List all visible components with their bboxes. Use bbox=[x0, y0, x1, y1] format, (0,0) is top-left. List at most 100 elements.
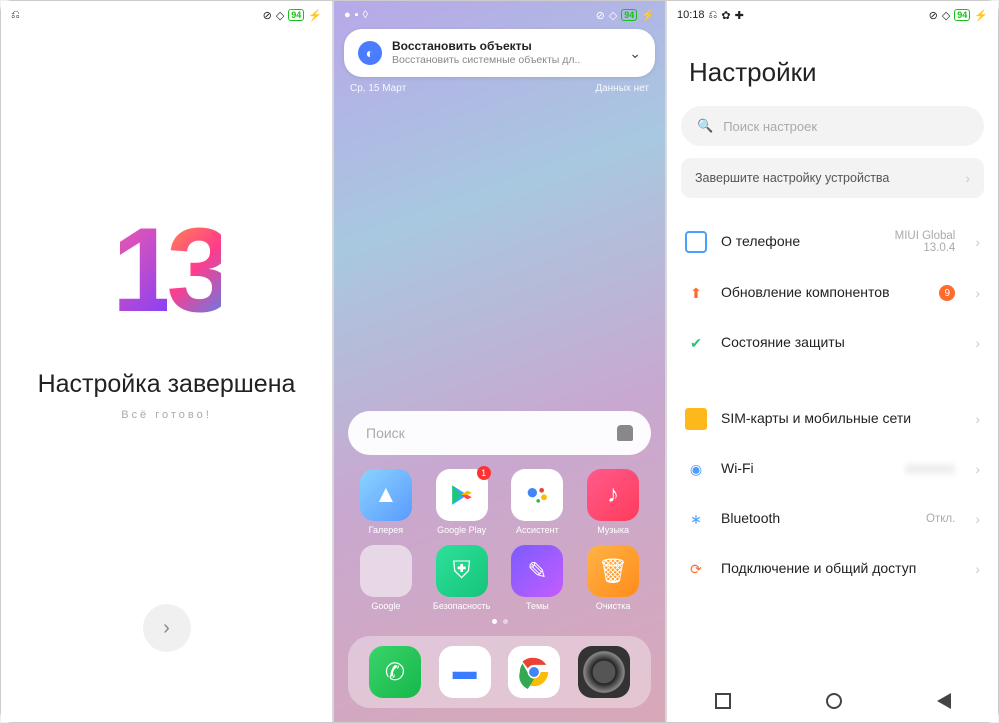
battery-indicator: 94 bbox=[954, 9, 970, 21]
dock: ✆ ▬ bbox=[348, 636, 651, 708]
chevron-right-icon: › bbox=[975, 511, 980, 527]
app-themes[interactable]: ✎ Темы bbox=[500, 545, 576, 611]
setup-complete-screen: ⎌ ⊘ ◇ 94 ⚡ 13 Настройка завершена Всё го… bbox=[1, 1, 334, 722]
update-icon: ⬆ bbox=[685, 282, 707, 304]
charging-icon: ⚡ bbox=[641, 9, 655, 22]
dock-chrome[interactable] bbox=[508, 646, 560, 698]
wifi-value-blurred bbox=[905, 464, 955, 474]
sim-icon bbox=[685, 408, 707, 430]
badge: 9 bbox=[939, 285, 955, 301]
chevron-down-icon: ⌄ bbox=[629, 45, 641, 62]
app-gallery[interactable]: ▲ Галерея bbox=[348, 469, 424, 535]
status-bar: ⎌ ⊘ ◇ 94 ⚡ bbox=[1, 1, 332, 29]
dock-camera[interactable] bbox=[578, 646, 630, 698]
time-label: 10:18 bbox=[677, 9, 705, 21]
home-screen: ● ▪ ◊ ⊘ ◇ 94 ⚡ ◐ Восстановить объекты Во… bbox=[334, 1, 667, 722]
messages-icon: ▬ bbox=[439, 646, 491, 698]
restore-notification[interactable]: ◐ Восстановить объекты Восстановить сист… bbox=[344, 29, 655, 77]
phone-icon: ✆ bbox=[369, 646, 421, 698]
app-assistant[interactable]: Ассистент bbox=[500, 469, 576, 535]
settings-item-sim[interactable]: SIM-карты и мобильные сети › bbox=[681, 394, 984, 444]
mic-icon bbox=[617, 425, 633, 441]
settings-screen: 10:18 ⎌ ✿ ✚ ⊘ ◇ 94 ⚡ Настройки 🔍 Поиск н… bbox=[667, 1, 998, 722]
charging-icon: ⚡ bbox=[308, 9, 322, 22]
badge: 1 bbox=[477, 466, 491, 480]
back-button[interactable] bbox=[937, 693, 951, 709]
app-google-play[interactable]: 1 Google Play bbox=[424, 469, 500, 535]
wifi-icon: ◉ bbox=[685, 458, 707, 480]
chevron-right-icon: › bbox=[975, 411, 980, 427]
settings-item-bluetooth[interactable]: ∗ Bluetooth Откл. › bbox=[681, 494, 984, 544]
chevron-right-icon: › bbox=[163, 617, 170, 640]
search-icon: 🔍 bbox=[697, 118, 713, 134]
status-bar: ● ▪ ◊ ⊘ ◇ 94 ⚡ bbox=[334, 1, 665, 29]
alarm-icon: ⊘ bbox=[929, 9, 938, 22]
wifi-icon: ◇ bbox=[276, 9, 284, 22]
settings-item-connection-sharing[interactable]: ⟳ Подключение и общий доступ › bbox=[681, 544, 984, 594]
chevron-right-icon: › bbox=[975, 234, 980, 250]
play-store-icon: 1 bbox=[436, 469, 488, 521]
search-placeholder: Поиск настроек bbox=[723, 119, 817, 134]
chevron-right-icon: › bbox=[975, 335, 980, 351]
themes-icon: ✎ bbox=[511, 545, 563, 597]
search-placeholder: Поиск bbox=[366, 425, 405, 441]
gallery-icon: ▲ bbox=[360, 469, 412, 521]
settings-title: Настройки bbox=[667, 29, 998, 106]
app-cleaner[interactable]: 🗑 Очистка bbox=[575, 545, 651, 611]
recent-apps-button[interactable] bbox=[715, 693, 731, 709]
navigation-bar bbox=[667, 680, 998, 722]
settings-item-wifi[interactable]: ◉ Wi-Fi › bbox=[681, 444, 984, 494]
app-google-folder[interactable]: Google bbox=[348, 545, 424, 611]
camera-icon bbox=[578, 646, 630, 698]
notification-subtitle: Восстановить системные объекты дл.. bbox=[392, 54, 619, 67]
notif-dot-icon: ● bbox=[344, 9, 351, 21]
charging-icon: ⚡ bbox=[974, 9, 988, 22]
dock-phone[interactable]: ✆ bbox=[369, 646, 421, 698]
settings-search[interactable]: 🔍 Поиск настроек bbox=[681, 106, 984, 146]
security-icon: ⛨ bbox=[436, 545, 488, 597]
cleaner-icon: 🗑 bbox=[587, 545, 639, 597]
home-search-bar[interactable]: Поиск bbox=[348, 411, 651, 455]
wifi-icon: ◇ bbox=[942, 9, 950, 22]
app-grid-row-2: Google ⛨ Безопасность ✎ Темы 🗑 Очистка bbox=[334, 545, 665, 611]
battery-indicator: 94 bbox=[288, 9, 304, 21]
notification-title: Восстановить объекты bbox=[392, 39, 619, 54]
battery-indicator: 94 bbox=[621, 9, 637, 21]
chevron-right-icon: › bbox=[975, 461, 980, 477]
chrome-icon bbox=[508, 646, 560, 698]
settings-item-component-updates[interactable]: ⬆ Обновление компонентов 9 › bbox=[681, 268, 984, 318]
date-label: Ср, 15 Март bbox=[350, 83, 406, 94]
chevron-right-icon: › bbox=[975, 561, 980, 577]
settings-item-about-phone[interactable]: О телефоне MIUI Global 13.0.4 › bbox=[681, 216, 984, 268]
restore-icon: ◐ bbox=[358, 41, 382, 65]
setup-subtitle: Всё готово! bbox=[121, 409, 212, 421]
assistant-icon bbox=[511, 469, 563, 521]
status-bar: 10:18 ⎌ ✿ ✚ ⊘ ◇ 94 ⚡ bbox=[667, 1, 998, 29]
msg-icon: ✚ bbox=[735, 9, 744, 22]
setup-title: Настройка завершена bbox=[38, 370, 296, 399]
chevron-right-icon: › bbox=[965, 170, 970, 186]
miui-13-logo: 13 bbox=[112, 210, 222, 330]
home-button[interactable] bbox=[826, 693, 842, 709]
app-security[interactable]: ⛨ Безопасность bbox=[424, 545, 500, 611]
data-status-label: Данных нет bbox=[595, 83, 649, 94]
nfc-icon: ⎌ bbox=[11, 9, 20, 22]
gear-icon: ✿ bbox=[721, 9, 730, 22]
finish-setup-banner[interactable]: Завершите настройку устройства › bbox=[681, 158, 984, 198]
msg-icon: ▪ bbox=[355, 9, 359, 21]
next-button[interactable]: › bbox=[143, 604, 191, 652]
bluetooth-icon: ∗ bbox=[685, 508, 707, 530]
chevron-right-icon: › bbox=[975, 285, 980, 301]
dock-messages[interactable]: ▬ bbox=[439, 646, 491, 698]
settings-item-security-status[interactable]: ✔ Состояние защиты › bbox=[681, 318, 984, 368]
shield-icon: ◊ bbox=[363, 9, 368, 21]
page-indicator bbox=[334, 619, 665, 624]
alarm-icon: ⊘ bbox=[596, 9, 605, 22]
alarm-icon: ⊘ bbox=[263, 9, 272, 22]
phone-about-icon bbox=[685, 231, 707, 253]
wifi-icon: ◇ bbox=[609, 9, 617, 22]
app-grid-row-1: ▲ Галерея 1 Google Play Ассистент ♪ Музы… bbox=[334, 469, 665, 535]
folder-icon bbox=[360, 545, 412, 597]
music-icon: ♪ bbox=[587, 469, 639, 521]
app-music[interactable]: ♪ Музыка bbox=[575, 469, 651, 535]
